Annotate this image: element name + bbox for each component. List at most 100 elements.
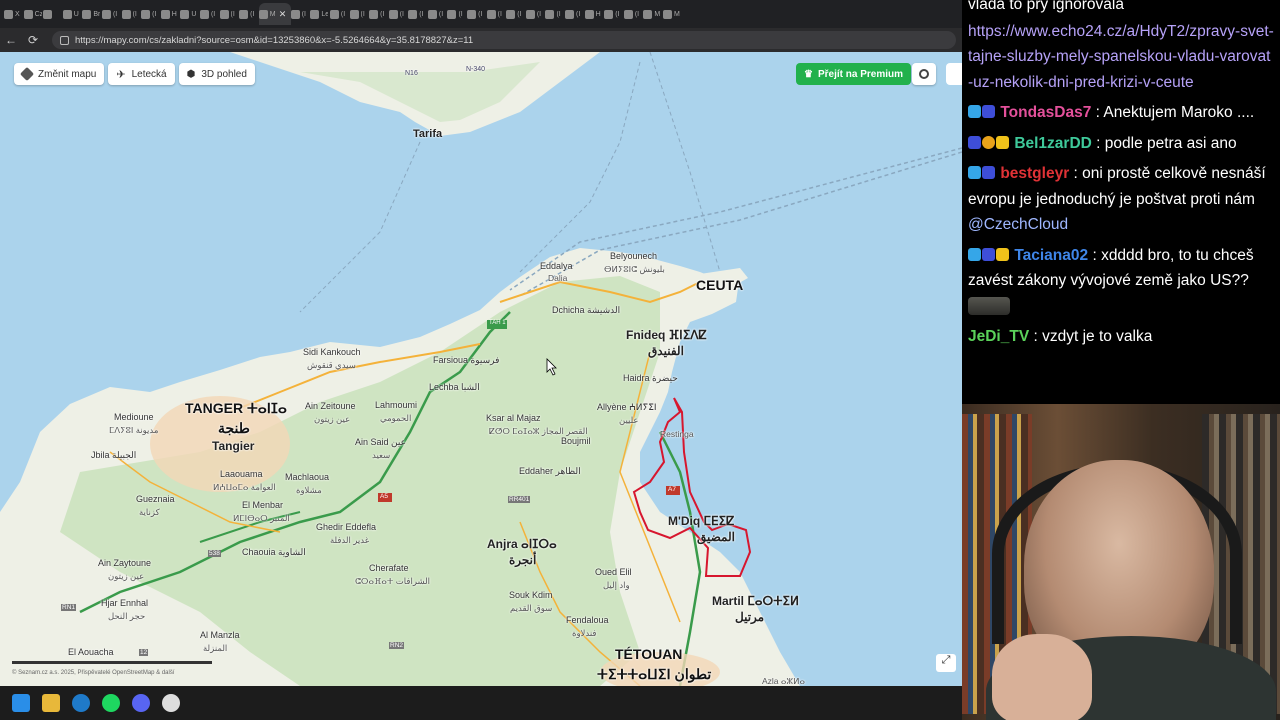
map-label-tetouan[interactable]: TÉTOUAN [615, 646, 682, 662]
browser-tab[interactable]: Br [82, 3, 102, 25]
map-label-jbila[interactable]: Jbila الجبيلة [91, 450, 136, 461]
map-label-ceuta[interactable]: CEUTA [696, 277, 743, 293]
browser-tab[interactable]: (I [239, 3, 259, 25]
chat-username[interactable]: TondasDas7 [1000, 104, 1091, 121]
browser-tab[interactable] [43, 3, 63, 25]
browser-tab[interactable]: (I [545, 3, 565, 25]
chat-username[interactable]: JeDi_TV [968, 328, 1029, 345]
browser-tab[interactable]: (I [290, 3, 311, 25]
chat-username[interactable]: Bel1zarDD [1014, 135, 1092, 152]
map-label-ksar[interactable]: Ksar al Majaz [486, 413, 541, 423]
map-label-ain-said[interactable]: Ain Said عين [355, 437, 406, 448]
browser-tab[interactable]: (I [623, 3, 644, 25]
reload-icon[interactable]: ⟳ [22, 33, 44, 47]
browser-tab[interactable]: (I [369, 3, 389, 25]
browser-tab[interactable]: (I [101, 3, 122, 25]
url-field[interactable]: https://mapy.com/cs/zakladni?source=osm&… [52, 31, 956, 49]
browser-tab[interactable]: M [643, 3, 663, 25]
close-tab-icon[interactable]: ✕ [279, 9, 287, 20]
map-label-sidi-kankouch[interactable]: Sidi Kankouch [303, 347, 361, 357]
browser-tab[interactable]: U [62, 3, 83, 25]
edge-browser-icon[interactable] [72, 694, 90, 712]
browser-tab[interactable]: (I [506, 3, 526, 25]
file-explorer-icon[interactable] [42, 694, 60, 712]
browser-tab[interactable]: U [180, 3, 200, 25]
browser-tab[interactable]: (I [219, 3, 240, 25]
map-canvas[interactable] [0, 52, 962, 686]
map-label-azla[interactable]: Azla ⴰⵣⵍⴰ [762, 676, 805, 686]
map-label-ain-zaytoune[interactable]: Ain Zaytoune [98, 558, 151, 568]
map-label-lechba[interactable]: Lechba الشبا [429, 382, 480, 393]
map-label-machlaoua[interactable]: Machlaoua [285, 472, 329, 482]
discord-icon[interactable] [132, 694, 150, 712]
browser-tab[interactable]: (I [121, 3, 142, 25]
change-map-button[interactable]: Změnit mapu [14, 63, 105, 85]
browser-tab[interactable]: (I [427, 3, 448, 25]
aerial-button[interactable]: ✈ Letecká [108, 63, 175, 85]
browser-tab[interactable]: (I [486, 3, 507, 25]
map-label-el-menbar[interactable]: El Menbar [242, 500, 283, 510]
map-label-haidra[interactable]: Haidra حيضرة [623, 373, 678, 384]
map-label-hjar[interactable]: Hjar Ennhal [101, 598, 148, 608]
browser-tab[interactable]: X [4, 3, 24, 25]
menu-button[interactable] [946, 63, 962, 85]
browser-tab[interactable]: Le [310, 3, 330, 25]
browser-tab[interactable]: (I [349, 3, 370, 25]
map-label-belyounech[interactable]: Belyounech [610, 251, 657, 261]
map-label-el-aouacha[interactable]: El Aouacha [68, 647, 114, 657]
map-label-lahmoumi[interactable]: Lahmoumi [375, 400, 417, 410]
map-label-boujmil[interactable]: Boujmil [561, 436, 591, 446]
browser-tab[interactable]: (I [467, 3, 487, 25]
map-label-al-manzla[interactable]: Al Manzla [200, 630, 240, 640]
map-label-allyene[interactable]: Allyène ⵄⵍⵢⵉⵏ [597, 402, 657, 413]
chat-username[interactable]: Taciana02 [1014, 247, 1088, 264]
browser-tab[interactable]: H [160, 3, 181, 25]
premium-button[interactable]: ♛ Přejít na Premium [796, 63, 911, 85]
map-label-ain-zeitoune[interactable]: Ain Zeitoune [305, 401, 356, 411]
expand-icon[interactable]: ⤢ [936, 654, 956, 672]
map-label-fendaloua[interactable]: Fendaloua [566, 615, 609, 625]
browser-tab[interactable]: (I [604, 3, 624, 25]
browser-tab[interactable]: (I [447, 3, 467, 25]
map-label-tanger[interactable]: TANGER ⵜⴰⵏⵊⴰ [185, 400, 287, 417]
windows-start-icon[interactable] [12, 694, 30, 712]
map-label-restinga[interactable]: Restinga [660, 429, 694, 439]
map-label-eddaher[interactable]: Eddaher الظاهر [519, 466, 581, 477]
location-button[interactable] [912, 63, 936, 85]
browser-tab[interactable]: (I [141, 3, 161, 25]
map-label-dchicha[interactable]: Dchicha الدشيشة [552, 305, 620, 316]
browser-tab[interactable]: (I [329, 3, 350, 25]
browser-tab[interactable]: (I [199, 3, 220, 25]
map-label-gueznaia[interactable]: Gueznaia [136, 494, 175, 504]
site-info-icon[interactable] [60, 35, 69, 45]
chat-mention[interactable]: @CzechCloud [968, 216, 1068, 233]
map-label-anjra[interactable]: Anjra ⴰⵏⵊⵔⴰ [487, 537, 557, 551]
spotify-icon[interactable] [102, 694, 120, 712]
browser-tab[interactable]: (I [408, 3, 428, 25]
obs-icon[interactable] [162, 694, 180, 712]
map-label-farsioua[interactable]: Farsioua فرسيوة [433, 355, 499, 366]
browser-tab[interactable]: (I [525, 3, 546, 25]
map-label-mdiq[interactable]: M'Diq ⵎⴹⵉⵇ [668, 514, 734, 528]
view3d-button[interactable]: ⬢ 3D pohled [178, 63, 255, 85]
chat-username[interactable]: bestgleyr [1000, 165, 1069, 182]
map-label-tarifa[interactable]: Tarifa [413, 128, 442, 140]
map-label-cherafate[interactable]: Cherafate [369, 563, 409, 573]
map-label-souk[interactable]: Souk Kdim [509, 590, 553, 600]
browser-tab[interactable]: H [584, 3, 605, 25]
browser-tab[interactable]: Cz [23, 3, 44, 25]
map-label-eddalya[interactable]: Eddalya [540, 261, 573, 271]
browser-tab[interactable]: (I [565, 3, 585, 25]
browser-tab[interactable]: (I [388, 3, 409, 25]
map-label-oued-elil[interactable]: Oued Elil [595, 567, 632, 577]
map-label-chaouia[interactable]: Chaouia الشاوية [242, 547, 306, 558]
map-label-medioune[interactable]: Medioune [114, 412, 154, 422]
map-label-martil[interactable]: Martil ⵎⴰⵔⵜⵉⵍ [712, 594, 799, 608]
back-arrow-icon[interactable]: ← [0, 33, 22, 47]
map-label-fnideq[interactable]: Fnideq ⴼⵏⵉⴷⵇ [626, 328, 707, 342]
browser-tab[interactable]: M ✕ [258, 3, 291, 25]
browser-tab[interactable]: M [663, 3, 683, 25]
chat-link[interactable]: https://www.echo24.cz/a/HdyT2/zpravy-sve… [968, 23, 1274, 91]
map-label-ghedir[interactable]: Ghedir Eddefla [316, 522, 376, 532]
map-view[interactable]: Změnit mapu ✈ Letecká ⬢ 3D pohled ♛ Přej… [0, 52, 962, 686]
